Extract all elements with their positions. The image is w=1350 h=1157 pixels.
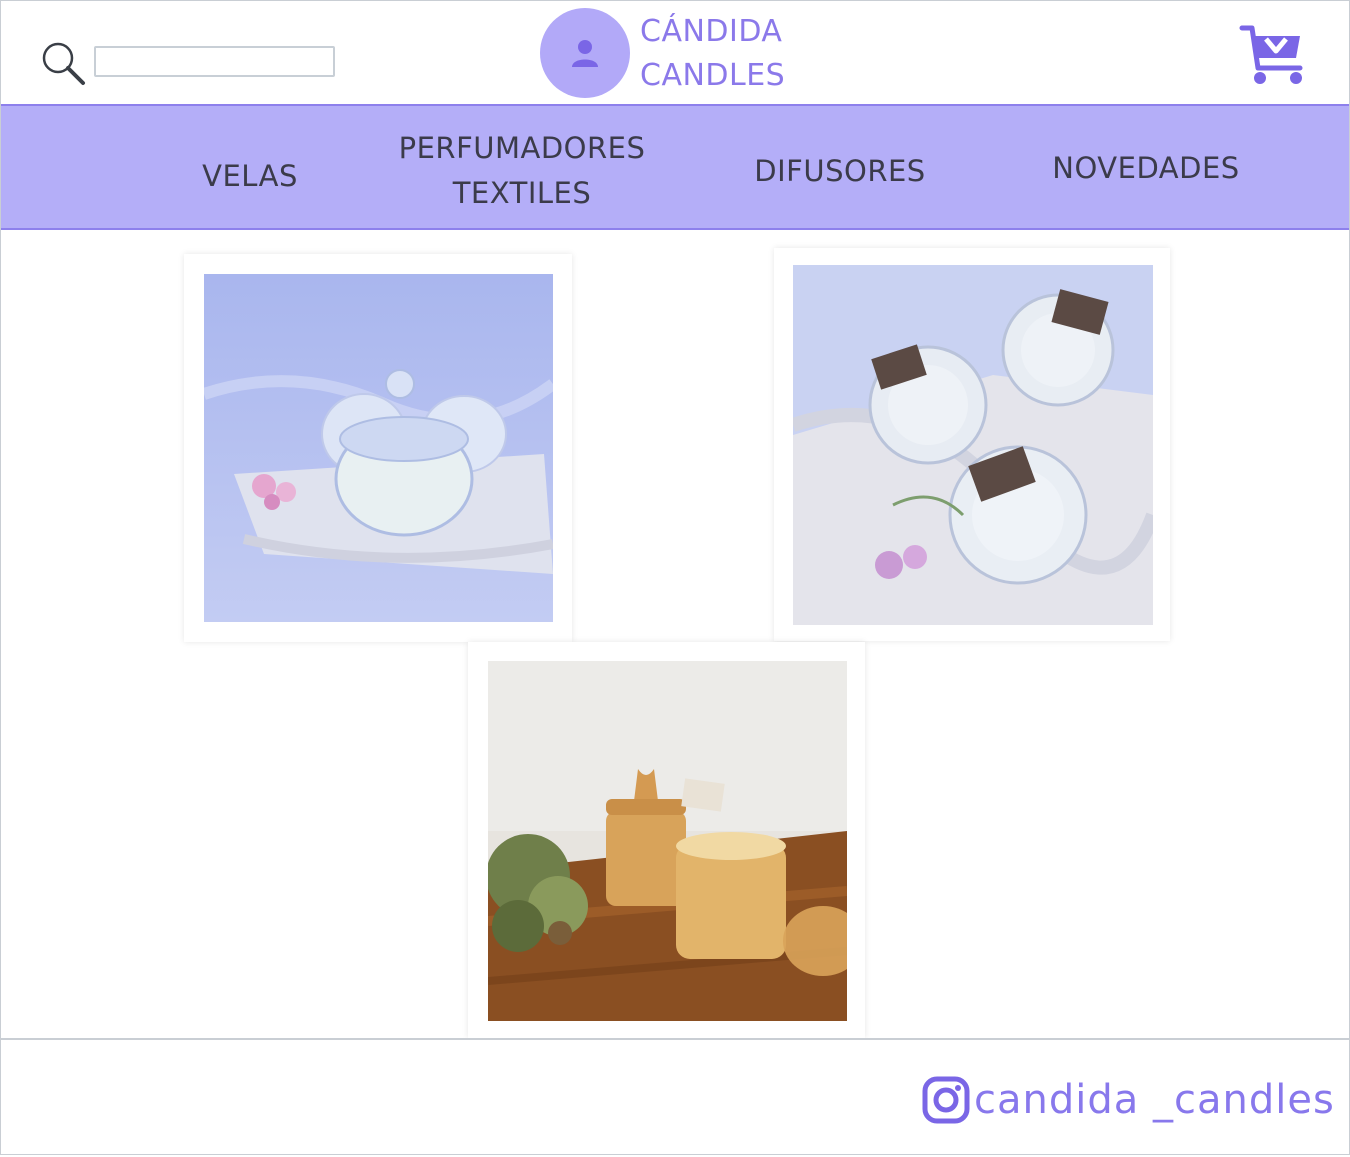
candle-photo-illustration — [488, 661, 847, 1021]
nav-item-label: TEXTILES — [452, 176, 592, 210]
user-icon — [572, 40, 598, 67]
product-card[interactable] — [468, 642, 865, 1038]
brand-logo-text[interactable]: CÁNDIDA CANDLES — [640, 10, 785, 98]
product-card[interactable] — [184, 254, 572, 642]
nav-item-perfumadores-textiles[interactable]: PERFUMADORES TEXTILES — [382, 126, 662, 216]
instagram-icon[interactable] — [922, 1076, 970, 1124]
instagram-handle[interactable]: candida _candles — [974, 1074, 1335, 1126]
candle-photo-illustration — [793, 265, 1153, 625]
site-header: CÁNDIDA CANDLES — [0, 0, 1350, 104]
nav-item-difusores[interactable]: DIFUSORES — [740, 149, 940, 194]
avatar[interactable] — [540, 8, 630, 98]
product-image-three-candle-jars[interactable] — [793, 265, 1153, 625]
brand-line-1: CÁNDIDA — [640, 14, 783, 49]
nav-item-label: DIFUSORES — [754, 154, 926, 188]
nav-item-label: VELAS — [202, 159, 298, 193]
nav-item-velas[interactable]: VELAS — [190, 154, 310, 199]
cart-icon[interactable] — [1238, 22, 1308, 86]
search-icon[interactable] — [40, 40, 86, 86]
candle-photo-illustration — [204, 274, 553, 622]
search-input[interactable] — [94, 46, 335, 77]
product-image-crystal-candle-jar[interactable] — [204, 274, 553, 622]
brand-line-2: CANDLES — [640, 58, 786, 93]
product-image-amber-candle-jars[interactable] — [488, 661, 847, 1021]
product-card[interactable] — [774, 248, 1170, 641]
nav-item-label: NOVEDADES — [1052, 151, 1240, 185]
main-navigation: VELAS PERFUMADORES TEXTILES DIFUSORES NO… — [0, 104, 1350, 230]
nav-item-novedades[interactable]: NOVEDADES — [1040, 146, 1252, 191]
nav-item-label: PERFUMADORES — [398, 131, 646, 165]
